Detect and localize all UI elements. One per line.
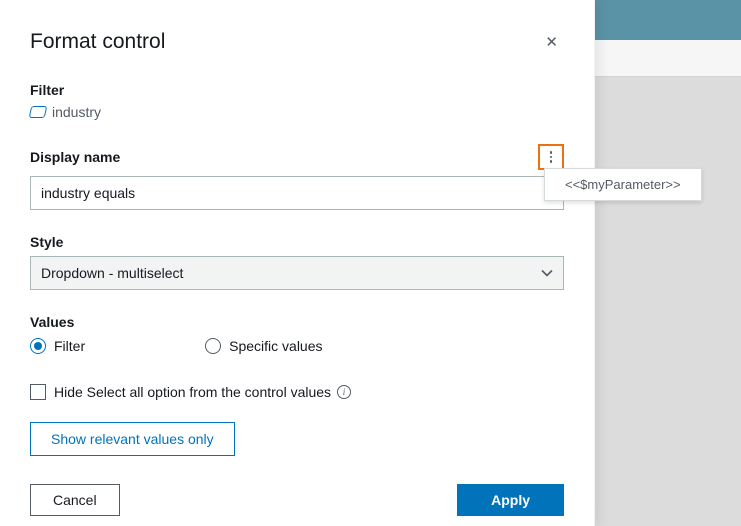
apply-button[interactable]: Apply: [457, 484, 564, 516]
radio-icon: [30, 338, 46, 354]
display-name-input[interactable]: [30, 176, 564, 210]
radio-icon: [205, 338, 221, 354]
style-select[interactable]: Dropdown - multiselect: [30, 256, 564, 290]
show-relevant-values-button[interactable]: Show relevant values only: [30, 422, 235, 456]
format-control-modal: Format control ✕ Filter industry Display…: [0, 0, 595, 526]
display-name-row: Display name: [30, 144, 564, 170]
more-options-button[interactable]: [538, 144, 564, 170]
vertical-dots-icon: [550, 151, 553, 154]
filter-section-label: Filter: [30, 82, 564, 98]
hide-select-all-label: Hide Select all option from the control …: [54, 384, 351, 400]
values-label: Values: [30, 314, 564, 330]
chevron-down-icon: [541, 269, 553, 277]
style-select-wrap: Dropdown - multiselect: [30, 256, 564, 290]
values-radio-group: Filter Specific values: [30, 338, 564, 354]
filter-name: industry: [52, 104, 101, 120]
modal-button-row: Cancel Apply: [30, 484, 564, 516]
radio-specific-values[interactable]: Specific values: [205, 338, 322, 354]
filter-tag-icon: [29, 106, 48, 118]
bg-toolbar: [590, 40, 741, 77]
info-icon[interactable]: i: [337, 385, 351, 399]
hide-select-all-checkbox[interactable]: [30, 384, 46, 400]
modal-header: Format control ✕: [30, 30, 564, 54]
hide-select-all-row: Hide Select all option from the control …: [30, 384, 564, 400]
parameter-tooltip[interactable]: <<$myParameter>>: [544, 168, 702, 201]
style-select-value: Dropdown - multiselect: [41, 265, 183, 281]
bg-canvas: 21,500,838.4 $: [590, 77, 741, 526]
radio-filter-label: Filter: [54, 338, 85, 354]
filter-chip[interactable]: industry: [30, 104, 564, 120]
modal-title: Format control: [30, 30, 165, 54]
radio-filter[interactable]: Filter: [30, 338, 85, 354]
display-name-label: Display name: [30, 149, 120, 165]
cancel-button[interactable]: Cancel: [30, 484, 120, 516]
style-label: Style: [30, 234, 564, 250]
close-icon[interactable]: ✕: [539, 31, 564, 53]
radio-specific-label: Specific values: [229, 338, 322, 354]
